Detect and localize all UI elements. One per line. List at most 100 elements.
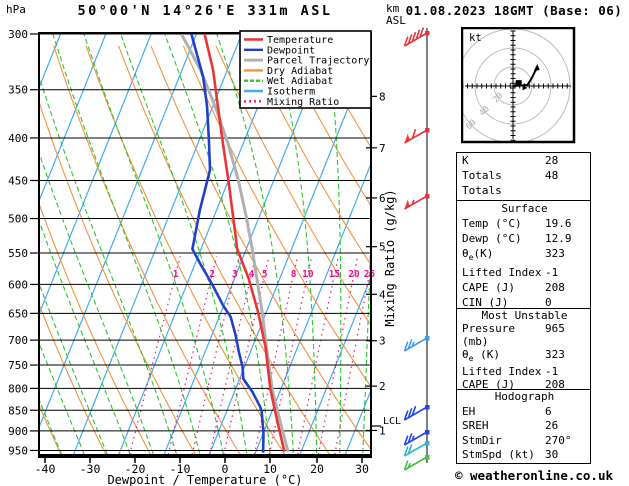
watermark: © weatheronline.co.uk xyxy=(454,468,614,483)
row-value: -1 xyxy=(545,266,559,280)
row-label: Dewp (°C) xyxy=(462,232,522,245)
row-label: StmSpd (kt) xyxy=(462,448,535,461)
svg-text:25: 25 xyxy=(364,269,376,280)
svg-text:850: 850 xyxy=(8,404,28,417)
table-row: θe(K) 323 xyxy=(457,246,590,265)
table-row: Temp (°C) 19.6 xyxy=(457,216,590,231)
svg-text:8: 8 xyxy=(291,269,297,280)
svg-text:950: 950 xyxy=(8,444,28,457)
row-label: SREH xyxy=(462,419,489,432)
row-label: StmDir xyxy=(462,433,502,447)
svg-text:1: 1 xyxy=(173,269,179,280)
row-value: -1 xyxy=(545,365,559,379)
svg-text:-40: -40 xyxy=(35,462,56,476)
svg-text:7: 7 xyxy=(379,142,386,155)
table-surface: Surface Temp (°C) 19.6 Dewp (°C) 12.9 θe(K) 32… xyxy=(456,200,591,312)
table-title: Most Unstable xyxy=(481,309,568,322)
plot-area xyxy=(39,33,371,457)
table-row: Dewp (°C) 12.9 xyxy=(457,231,590,246)
wind-barb xyxy=(404,194,430,210)
wind-barbs xyxy=(403,27,430,471)
row-value: 26 xyxy=(545,419,559,432)
hodograph: 204060kt xyxy=(461,27,576,144)
svg-text:Dewpoint / Temperature (°C): Dewpoint / Temperature (°C) xyxy=(107,473,302,486)
svg-text:Mixing Ratio (g/kg): Mixing Ratio (g/kg) xyxy=(383,189,397,326)
table-row: CAPE (J) 208 xyxy=(457,280,590,295)
svg-text:20: 20 xyxy=(310,462,324,476)
table-row: θe (K) 323 xyxy=(457,348,590,365)
row-label: θe (K) xyxy=(462,348,500,364)
wind-barb xyxy=(404,128,430,144)
table-title: Hodograph xyxy=(494,390,555,403)
wind-barb xyxy=(403,27,430,47)
svg-text:550: 550 xyxy=(8,247,28,260)
svg-text:650: 650 xyxy=(8,307,28,320)
svg-text:300: 300 xyxy=(8,28,28,41)
temperature-axis: -40 -30 -20 -10 0 10 20 30Dewpoint / Temperatur… xyxy=(35,457,369,486)
skewt-diagram: 1 2 3 4 5 8 10 15 20 25hPa30035040045050055060065… xyxy=(6,2,430,486)
svg-text:2: 2 xyxy=(379,380,386,393)
row-value: 28 xyxy=(545,154,559,167)
row-value: 208 xyxy=(545,281,565,295)
row-label: CAPE (J) xyxy=(462,281,515,295)
svg-text:3: 3 xyxy=(379,335,386,348)
svg-text:20: 20 xyxy=(348,269,360,280)
pressure-axis: hPa 300 350 400 450 500 550 600 650 700 750 800 850 9… xyxy=(6,3,39,457)
svg-text:20: 20 xyxy=(491,91,505,105)
svg-text:4: 4 xyxy=(249,269,255,280)
svg-text:kt: kt xyxy=(469,32,482,44)
svg-text:LCL: LCL xyxy=(383,416,401,427)
table-row: Lifted Index -1 xyxy=(457,265,590,280)
svg-text:700: 700 xyxy=(8,334,28,347)
row-value: 323 xyxy=(545,348,565,361)
svg-text:750: 750 xyxy=(8,359,28,372)
svg-text:900: 900 xyxy=(8,425,28,438)
svg-text:500: 500 xyxy=(8,213,28,226)
row-label: θe(K) xyxy=(462,247,494,263)
table-row: EH 6 xyxy=(457,405,590,420)
svg-text:600: 600 xyxy=(8,278,28,291)
row-value: 270° xyxy=(545,433,572,447)
table-row: Pressure (mb) 965 xyxy=(457,322,590,348)
row-label: Lifted Index xyxy=(462,266,542,280)
sounding-app: { "header": { "pressure_unit": "hPa", "s… xyxy=(0,0,629,486)
row-label: Pressure (mb) xyxy=(462,322,515,348)
table-hodograph: Hodograph EH 6 SREH 26 StmDir 270° StmSpd (kt) 3… xyxy=(456,389,591,464)
svg-text:15: 15 xyxy=(329,269,341,280)
wind-barb xyxy=(403,405,430,421)
svg-text:800: 800 xyxy=(8,382,28,395)
svg-text:-30: -30 xyxy=(80,462,101,476)
table-row: StmSpd (kt) 30 xyxy=(457,448,590,463)
row-label: Temp (°C) xyxy=(462,217,522,230)
row-value: 48 xyxy=(545,169,559,182)
table-row: Lifted Index -1 xyxy=(457,365,590,378)
table-title: Surface xyxy=(501,202,548,215)
station-title: 50°00'N 14°26'E 331m ASL xyxy=(77,3,333,19)
svg-text:8: 8 xyxy=(379,90,386,103)
wind-barb xyxy=(403,336,430,352)
table-row: K 28 xyxy=(457,153,590,168)
datetime-label: 01.08.2023 18GMT (Base: 06) xyxy=(405,3,623,18)
row-label: K xyxy=(462,154,469,167)
svg-text:30: 30 xyxy=(355,462,369,476)
svg-text:3: 3 xyxy=(232,269,238,280)
svg-text:400: 400 xyxy=(8,132,28,145)
row-value: 6 xyxy=(545,404,552,418)
row-value: 323 xyxy=(545,247,565,260)
wind-barb xyxy=(403,455,430,471)
altitude-axis: kmASL12345678LCLMixing Ratio (g/kg) xyxy=(366,2,406,437)
svg-text:hPa: hPa xyxy=(6,3,26,16)
table-row: Totals Totals 48 xyxy=(457,168,590,198)
svg-text:5: 5 xyxy=(262,269,268,280)
svg-text:2: 2 xyxy=(209,269,215,280)
row-value: 12.9 xyxy=(545,232,572,245)
table-row: SREH 26 xyxy=(457,419,590,434)
row-value: 19.6 xyxy=(545,217,572,230)
row-label: EH xyxy=(462,404,476,418)
row-label: Lifted Index xyxy=(462,365,542,379)
svg-text:450: 450 xyxy=(8,174,28,187)
svg-text:10: 10 xyxy=(302,269,314,280)
row-value: 965 xyxy=(545,322,565,335)
svg-text:Mixing Ratio: Mixing Ratio xyxy=(267,97,339,108)
row-value: 30 xyxy=(545,448,559,461)
